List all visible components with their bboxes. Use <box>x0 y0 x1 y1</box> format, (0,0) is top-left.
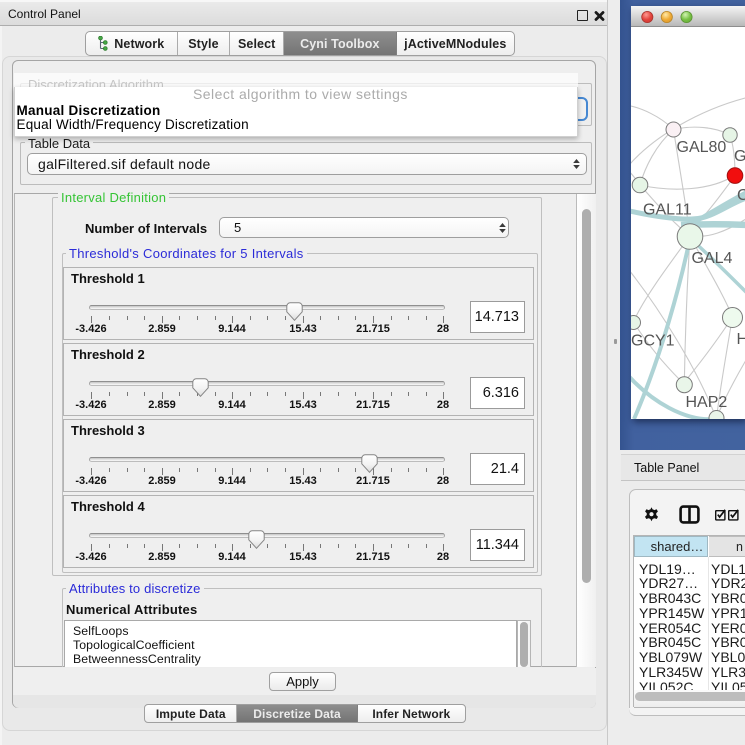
svg-text:HAP2: HAP2 <box>686 394 728 411</box>
svg-text:C: C <box>737 187 745 204</box>
svg-text:GAL4: GAL4 <box>692 250 733 267</box>
svg-text:H: H <box>737 331 745 348</box>
svg-text:GAL80: GAL80 <box>677 139 727 156</box>
svg-text:GAL11: GAL11 <box>643 202 692 219</box>
svg-text:GA: GA <box>734 148 745 165</box>
svg-text:GCY1: GCY1 <box>631 333 675 350</box>
